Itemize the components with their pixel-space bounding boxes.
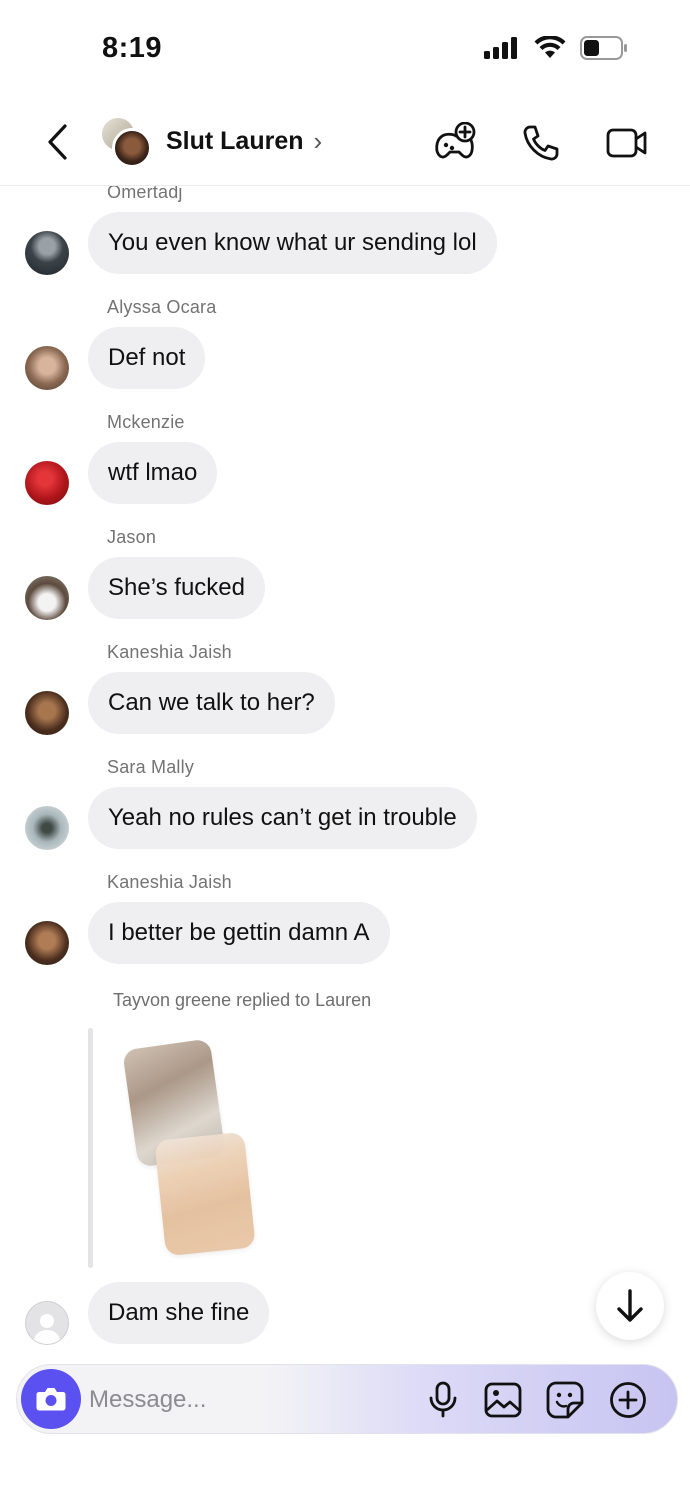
replied-story-image[interactable]: [154, 1131, 256, 1257]
avatar[interactable]: [25, 461, 69, 505]
status-bar: 8:19: [0, 0, 690, 100]
plus-icon: [610, 1382, 646, 1418]
avatar[interactable]: [25, 691, 69, 735]
reply-note: Tayvon greene replied to Lauren: [113, 990, 372, 1010]
message-bubble[interactable]: Def not: [88, 327, 206, 389]
group-avatar[interactable]: [100, 114, 156, 170]
message-composer: [16, 1364, 678, 1434]
message-bubble[interactable]: You even know what ur sending lol: [88, 212, 497, 274]
back-arrow-icon: [48, 124, 67, 160]
message-bubble[interactable]: wtf lmao: [88, 442, 218, 504]
signal-icon: [484, 37, 520, 64]
microphone-icon: [429, 1381, 457, 1418]
message-input[interactable]: [89, 1381, 409, 1419]
avatar[interactable]: [25, 576, 69, 620]
video-call-button[interactable]: [604, 120, 650, 166]
chat-name: Slut Lauren: [166, 127, 304, 155]
sender-name: Kaneshia Jaish: [107, 642, 232, 662]
camera-button[interactable]: [21, 1369, 81, 1429]
chat-title[interactable]: Slut Lauren ›: [166, 126, 322, 157]
message-bubble[interactable]: I better be gettin damn A: [88, 902, 390, 964]
more-options-button[interactable]: [607, 1379, 649, 1421]
sticker-button[interactable]: [544, 1379, 586, 1421]
avatar[interactable]: [25, 346, 69, 390]
sender-name: Jason: [107, 527, 157, 547]
chevron-right-icon: ›: [313, 126, 323, 156]
scroll-to-bottom-button[interactable]: [596, 1272, 664, 1340]
avatar[interactable]: [25, 806, 69, 850]
message-list[interactable]: Omertadj You even know what ur sending l…: [0, 186, 690, 1356]
wifi-icon: [534, 35, 566, 65]
gallery-icon: [484, 1382, 522, 1418]
message-bubble[interactable]: Dam she fine: [88, 1282, 270, 1344]
sender-name: Alyssa Ocara: [107, 297, 217, 317]
sticker-icon: [546, 1381, 584, 1419]
avatar[interactable]: [25, 231, 69, 275]
call-button[interactable]: [518, 120, 564, 166]
message-bubble[interactable]: She’s fucked: [88, 557, 265, 619]
avatar[interactable]: [25, 921, 69, 965]
sender-name: Kaneshia Jaish: [107, 872, 232, 892]
avatar[interactable]: [25, 1301, 69, 1345]
camera-icon: [36, 1388, 66, 1411]
message-bubble[interactable]: Yeah no rules can’t get in trouble: [88, 787, 477, 849]
gallery-button[interactable]: [482, 1379, 524, 1421]
games-button[interactable]: [432, 120, 478, 166]
games-icon: [435, 122, 476, 159]
reply-indicator: [88, 1028, 93, 1268]
status-time: 8:19: [102, 32, 163, 64]
status-icons: [484, 35, 628, 65]
video-camera-icon: [606, 128, 647, 158]
voice-message-button[interactable]: [422, 1379, 464, 1421]
message-bubble[interactable]: Can we talk to her?: [88, 672, 335, 734]
chat-header: Slut Lauren ›: [0, 100, 690, 186]
phone-icon: [523, 125, 559, 161]
sender-name: Mckenzie: [107, 412, 185, 432]
sender-name: Omertadj: [107, 186, 183, 202]
back-button[interactable]: [40, 120, 74, 164]
battery-icon: [580, 36, 628, 65]
arrow-down-icon: [617, 1289, 643, 1322]
default-avatar-icon: [33, 1314, 61, 1344]
sender-name: Sara Mally: [107, 757, 195, 777]
